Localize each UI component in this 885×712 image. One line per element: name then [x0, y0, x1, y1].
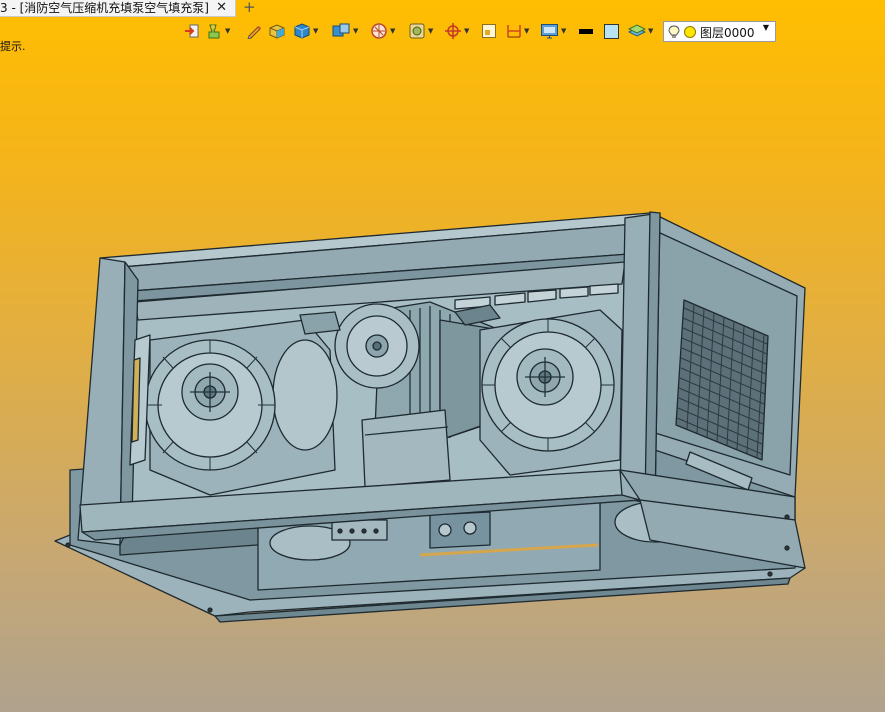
- solid-view-button[interactable]: ▼: [293, 20, 318, 42]
- pencil-icon: [247, 26, 261, 39]
- zoom-window-icon: [482, 24, 496, 38]
- document-tab[interactable]: 3 - [消防空气压缩机充填泵空气填充泵] ✕: [0, 0, 236, 17]
- render-mode-button[interactable]: ▼: [408, 20, 433, 42]
- rotate-view-button[interactable]: ▼: [444, 20, 469, 42]
- 3d-viewport[interactable]: [0, 42, 885, 712]
- chevron-down-icon: ▼: [390, 27, 396, 35]
- section-icon: [371, 23, 387, 39]
- close-icon[interactable]: ✕: [216, 0, 227, 15]
- chevron-down-icon: ▼: [524, 27, 530, 35]
- view-orientation-button[interactable]: ▼: [331, 20, 358, 42]
- zoom-window-button[interactable]: [481, 20, 497, 42]
- crosshair-icon: [445, 23, 461, 39]
- chevron-down-icon: ▼: [225, 27, 231, 35]
- shaded-box-icon: [269, 24, 285, 39]
- layer-select[interactable]: 图层0000 ▼: [663, 21, 776, 42]
- view-cube-icon: [332, 23, 350, 37]
- import-button[interactable]: [184, 20, 200, 42]
- import-icon: [185, 24, 199, 38]
- cube-icon: [294, 23, 310, 39]
- layer-color-icon: [684, 26, 696, 38]
- chevron-down-icon: ▼: [464, 27, 470, 35]
- document-tab-strip: 3 - [消防空气压缩机充填泵空气填充泵] ✕ +: [0, 0, 885, 17]
- layers-icon: [628, 24, 646, 37]
- chevron-down-icon: ▼: [353, 27, 359, 35]
- fill-color-swatch[interactable]: [603, 20, 620, 42]
- display-settings-button[interactable]: ▼: [540, 20, 566, 42]
- chevron-down-icon: ▼: [561, 27, 567, 35]
- new-tab-button[interactable]: +: [243, 0, 256, 16]
- shaded-box-button[interactable]: [268, 20, 286, 42]
- chevron-down-icon[interactable]: ▼: [763, 23, 769, 32]
- display-style-icon: [208, 24, 220, 38]
- pencil-button[interactable]: [246, 20, 262, 42]
- chevron-down-icon: ▼: [648, 27, 654, 35]
- chevron-down-icon: ▼: [428, 27, 434, 35]
- display-style-button[interactable]: ▼: [206, 20, 230, 42]
- chevron-down-icon: ▼: [313, 27, 319, 35]
- dimension-icon: [507, 25, 521, 38]
- lightbulb-icon: [668, 25, 680, 38]
- monitor-icon: [541, 23, 558, 38]
- line-color-icon: [579, 29, 593, 34]
- line-color-swatch[interactable]: [578, 20, 594, 42]
- document-tab-title: 3 - [消防空气压缩机充填泵空气填充泵]: [0, 1, 209, 15]
- layer-manager-button[interactable]: ▼: [628, 20, 653, 42]
- section-view-button[interactable]: ▼: [370, 20, 395, 42]
- layer-name: 图层0000: [700, 26, 755, 40]
- render-mode-icon: [409, 23, 425, 39]
- dimension-button[interactable]: ▼: [506, 20, 529, 42]
- fill-color-icon: [604, 23, 619, 39]
- compressor-3d-model: [54, 211, 806, 623]
